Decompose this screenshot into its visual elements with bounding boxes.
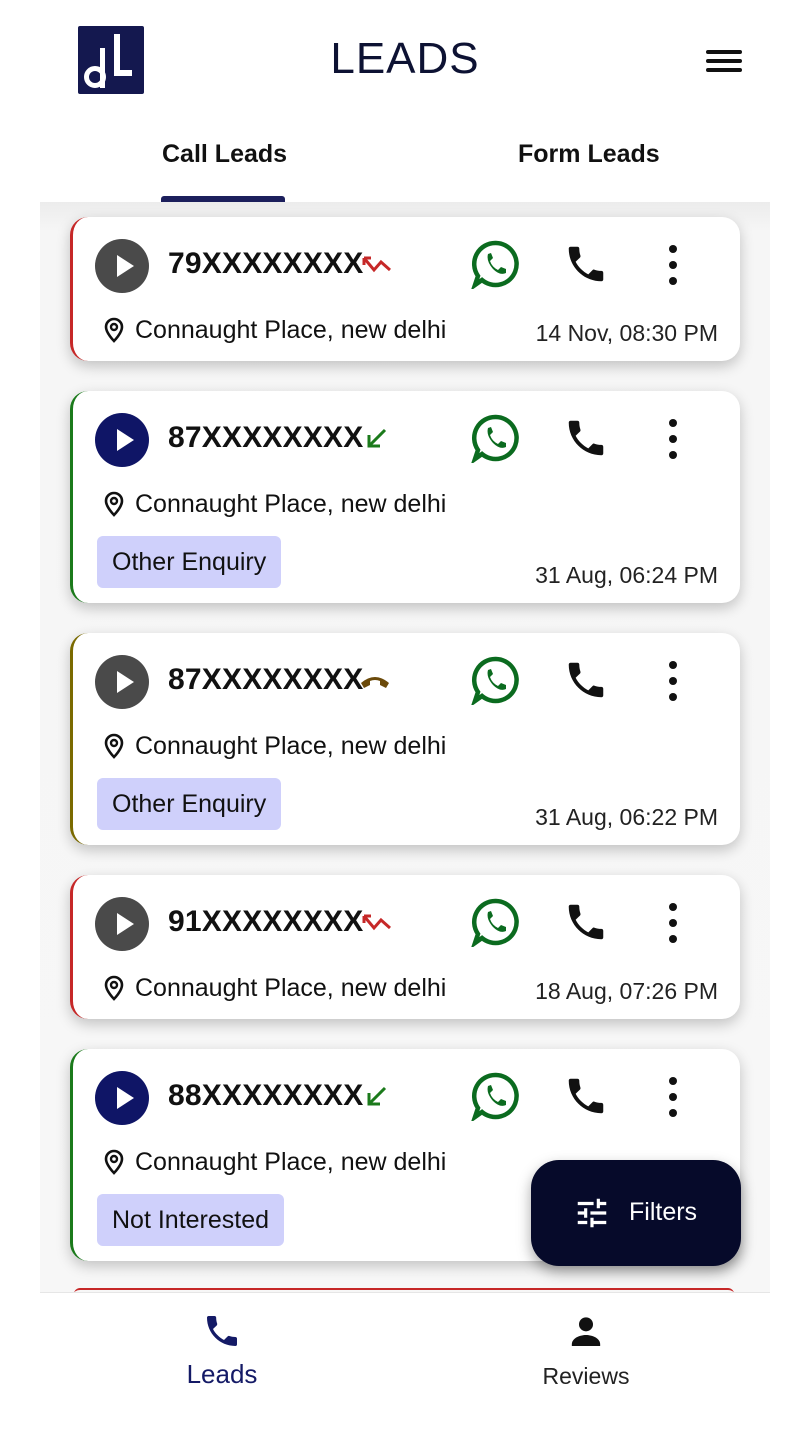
call-icon[interactable] [563,241,609,287]
whatsapp-icon[interactable] [471,897,521,947]
lead-tag: Not Interested [97,1194,285,1246]
nav-label-reviews: Reviews [542,1363,630,1389]
nav-item-leads[interactable]: Leads [122,1293,322,1413]
incoming-call-icon [367,428,387,448]
tab-form-leads[interactable]: Form Leads [518,140,660,169]
lead-tag: Other Enquiry [97,536,282,588]
location-text: Connaught Place, new delhi [135,315,447,344]
missed-call-icon [362,256,391,273]
location-pin-icon [104,317,124,343]
whatsapp-icon[interactable] [471,655,521,705]
filters-label: Filters [629,1198,698,1226]
nav-item-reviews[interactable]: Reviews [486,1293,686,1413]
lead-card[interactable]: 87XXXXXXXX Connaught Place, new delhi Ot… [70,391,740,603]
hamburger-menu-icon[interactable] [706,46,744,76]
lead-timestamp: 31 Aug, 06:22 PM [535,804,718,830]
bottom-navigation: Leads Reviews [40,1292,770,1440]
play-recording-button[interactable] [95,1071,149,1125]
lead-location: Connaught Place, new delhi [103,971,446,1005]
call-ended-icon [361,677,389,688]
lead-phone-number: 87XXXXXXXX [168,663,364,696]
location-text: Connaught Place, new delhi [135,731,447,760]
lead-card[interactable]: 91XXXXXXXX Connaught Place, new delhi 18… [70,875,740,1019]
play-recording-button[interactable] [95,239,149,293]
more-options-icon[interactable] [665,419,681,459]
location-pin-icon [104,733,124,759]
lead-location: Connaught Place, new delhi [103,487,446,521]
app-header: LEADS [0,0,810,120]
location-pin-icon [104,975,124,1001]
page-title: LEADS [330,34,480,83]
location-text: Connaught Place, new delhi [135,973,447,1002]
play-recording-button[interactable] [95,655,149,709]
call-icon[interactable] [563,899,609,945]
phone-icon [207,1316,237,1346]
lead-phone-number: 87XXXXXXXX [168,421,364,454]
tune-icon [577,1198,607,1228]
filters-button[interactable]: Filters [531,1160,741,1266]
location-pin-icon [104,491,124,517]
incoming-call-icon [367,1086,387,1106]
call-icon[interactable] [563,415,609,461]
play-recording-button[interactable] [95,897,149,951]
more-options-icon[interactable] [665,903,681,943]
tab-call-leads[interactable]: Call Leads [162,140,287,169]
lead-phone-number: 79XXXXXXXX [168,247,364,280]
lead-timestamp: 18 Aug, 07:26 PM [535,978,718,1004]
person-icon [571,1317,601,1346]
lead-tag: Other Enquiry [97,778,282,830]
lead-card[interactable]: 87XXXXXXXX Connaught Place, new delhi Ot… [70,633,740,845]
lead-location: Connaught Place, new delhi [103,729,446,763]
missed-call-icon [362,914,391,931]
whatsapp-icon[interactable] [471,239,521,289]
lead-card[interactable]: 79XXXXXXXX Connaught Place, new delhi 14… [70,217,740,361]
play-recording-button[interactable] [95,413,149,467]
more-options-icon[interactable] [665,245,681,285]
location-text: Connaught Place, new delhi [135,489,447,518]
whatsapp-icon[interactable] [471,1071,521,1121]
call-icon[interactable] [563,657,609,703]
nav-label-leads: Leads [186,1359,258,1389]
lead-location: Connaught Place, new delhi [103,313,446,347]
lead-timestamp: 14 Nov, 08:30 PM [535,320,718,346]
whatsapp-icon[interactable] [471,413,521,463]
lead-location: Connaught Place, new delhi [103,1145,446,1179]
more-options-icon[interactable] [665,1077,681,1117]
location-text: Connaught Place, new delhi [135,1147,447,1176]
lead-phone-number: 88XXXXXXXX [168,1079,364,1112]
lead-phone-number: 91XXXXXXXX [168,905,364,938]
more-options-icon[interactable] [665,661,681,701]
lead-tabs: Call Leads Form Leads [40,120,770,204]
lead-timestamp: 31 Aug, 06:24 PM [535,562,718,588]
call-icon[interactable] [563,1073,609,1119]
location-pin-icon [104,1149,124,1175]
